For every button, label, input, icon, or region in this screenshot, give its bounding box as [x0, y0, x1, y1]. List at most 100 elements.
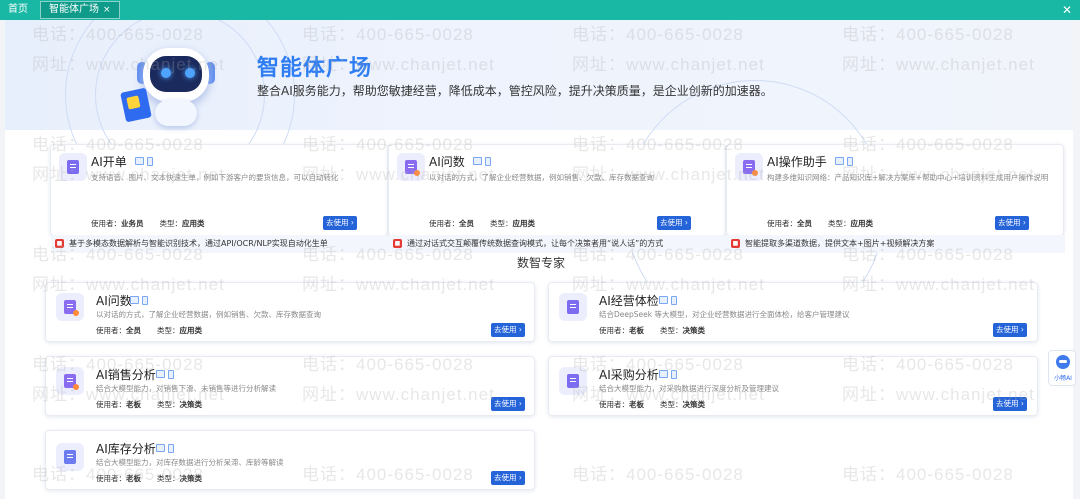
- mobile-icon: [168, 370, 174, 379]
- desktop-icon: [156, 370, 165, 378]
- user-label: 使用者：: [96, 474, 126, 483]
- feature-card-ai-query[interactable]: AI问数 以对话的方式，了解企业经营数据，例如销售、欠款、库存数据查询 使用者：…: [388, 144, 727, 253]
- card-description: 支持语音、图片、文本快速生单，例如下游客户的要货信息，可以自动转化: [91, 173, 339, 182]
- type-value: 决策类: [179, 400, 203, 409]
- use-button[interactable]: 去使用 ›: [993, 323, 1027, 337]
- expert-card-ai-health-check[interactable]: AI经营体检 结合DeepSeek 等大模型，对企业经营数据进行全面体检，给客户…: [548, 282, 1038, 342]
- use-button[interactable]: 去使用 ›: [491, 471, 525, 485]
- expert-card-ai-query[interactable]: AI问数 以对话的方式，了解企业经营数据，例如销售、欠款、库存数据查询 使用者：…: [45, 282, 535, 342]
- document-icon: [59, 153, 87, 181]
- expert-card-ai-sales-analysis[interactable]: AI销售分析 结合大模型能力，对销售下滑、未销售等进行分析解读 使用者：老板 类型…: [45, 356, 535, 416]
- card-meta: 使用者：老板 类型：决策类: [96, 399, 202, 410]
- mobile-icon: [671, 370, 677, 379]
- card-meta: 使用者：老板 类型：决策类: [599, 399, 705, 410]
- card-title: AI操作助手: [767, 155, 827, 169]
- card-meta: 使用者：全员 类型：应用类: [96, 325, 202, 336]
- platform-icons: [135, 157, 153, 166]
- type-label: 类型：: [157, 326, 180, 335]
- type-value: 决策类: [179, 474, 203, 483]
- section-title: 数智专家: [517, 256, 566, 270]
- card-meta: 使用者：业务员 类型：应用类: [91, 218, 205, 229]
- document-icon: [397, 153, 425, 181]
- type-label: 类型：: [828, 219, 851, 228]
- tab-close-icon[interactable]: ×: [103, 5, 111, 15]
- card-title: AI问数: [96, 294, 132, 308]
- desktop-icon: [835, 157, 844, 165]
- type-label: 类型：: [660, 400, 683, 409]
- expert-card-ai-inventory-analysis[interactable]: AI库存分析 结合大模型能力，对库存数据进行分析呆滞、库龄等解读 使用者：老板 类…: [45, 430, 535, 490]
- document-icon: [559, 367, 587, 395]
- banner: 智能体广场 整合AI服务能力，帮助您敏捷经营，降低成本，管控风险，提升决策质量，…: [5, 20, 1073, 340]
- use-button[interactable]: 去使用 ›: [657, 216, 691, 230]
- card-title: AI库存分析: [96, 442, 156, 456]
- use-button-label: 去使用: [998, 218, 1021, 227]
- platform-icons: [659, 370, 677, 379]
- feature-card-ai-assistant[interactable]: AI操作助手 构建多维知识网络：产品知识库+解决方案库+帮助中心+培训资料生成用…: [726, 144, 1065, 253]
- use-button[interactable]: 去使用 ›: [491, 397, 525, 411]
- mobile-icon: [847, 157, 853, 166]
- watermark: 电话：400-665-0028: [842, 465, 1014, 484]
- robot-illustration: [120, 40, 215, 130]
- use-button[interactable]: 去使用 ›: [323, 216, 357, 230]
- user-value: 老板: [126, 474, 141, 483]
- use-button-label: 去使用: [326, 218, 349, 227]
- card-title: AI采购分析: [599, 368, 659, 382]
- document-icon: [559, 293, 587, 321]
- desktop-icon: [156, 444, 165, 452]
- tab-home[interactable]: 首页: [0, 0, 36, 20]
- type-value: 应用类: [179, 326, 203, 335]
- use-button[interactable]: 去使用 ›: [995, 216, 1029, 230]
- feature-note-text: 基于多模态数据解析与智能识别技术，通过API/OCR/NLP实现自动化生单: [69, 239, 328, 248]
- assistant-label: 小畅AI: [1054, 375, 1072, 382]
- mobile-icon: [142, 296, 148, 305]
- card-description: 以对话的方式，了解企业经营数据，例如销售、欠款、库存数据查询: [429, 173, 654, 182]
- type-value: 决策类: [682, 400, 706, 409]
- use-button[interactable]: 去使用 ›: [491, 323, 525, 337]
- user-value: 全员: [126, 326, 141, 335]
- type-value: 应用类: [512, 219, 536, 228]
- user-label: 使用者：: [599, 326, 629, 335]
- document-icon: [735, 153, 763, 181]
- feature-note-text: 通过对话式交互颠覆传统数据查询模式，让每个决策者用“说人话”的方式: [407, 239, 664, 248]
- card-title: AI问数: [429, 155, 465, 169]
- user-label: 使用者：: [96, 400, 126, 409]
- tab-agent-plaza-label: 智能体广场: [49, 4, 99, 15]
- type-value: 应用类: [850, 219, 874, 228]
- use-button-label: 去使用: [996, 399, 1019, 408]
- type-label: 类型：: [490, 219, 513, 228]
- card-title: AI经营体检: [599, 294, 659, 308]
- desktop-icon: [130, 296, 139, 304]
- user-label: 使用者：: [96, 326, 126, 335]
- platform-icons: [835, 157, 853, 166]
- ai-assistant-widget[interactable]: 小畅AI: [1048, 350, 1076, 386]
- page-subtitle: 整合AI服务能力，帮助您敏捷经营，降低成本，管控风险，提升决策质量，是企业创新的…: [257, 84, 773, 98]
- card-description: 结合DeepSeek 等大模型，对企业经营数据进行全面体检，给客户管理建议: [599, 310, 850, 319]
- feature-card-ai-order[interactable]: AI开单 支持语音、图片、文本快速生单，例如下游客户的要货信息，可以自动转化 使…: [50, 144, 389, 253]
- mobile-icon: [147, 157, 153, 166]
- assistant-avatar-icon: [1056, 355, 1070, 369]
- use-button-label: 去使用: [660, 218, 683, 227]
- tab-agent-plaza[interactable]: 智能体广场 ×: [40, 1, 120, 19]
- use-button[interactable]: 去使用 ›: [993, 397, 1027, 411]
- card-title: AI开单: [91, 155, 127, 169]
- mobile-icon: [485, 157, 491, 166]
- desktop-icon: [473, 157, 482, 165]
- close-icon[interactable]: ✕: [1062, 3, 1072, 17]
- card-description: 结合大模型能力，对销售下滑、未销售等进行分析解读: [96, 384, 276, 393]
- use-button-label: 去使用: [494, 473, 517, 482]
- platform-icons: [156, 444, 174, 453]
- user-label: 使用者：: [91, 219, 121, 228]
- card-meta: 使用者：老板 类型：决策类: [96, 473, 202, 484]
- mobile-icon: [671, 296, 677, 305]
- card-description: 构建多维知识网络：产品知识库+解决方案库+帮助中心+培训资料生成用户操作说明: [767, 173, 1049, 182]
- user-value: 老板: [629, 400, 644, 409]
- pdf-icon: ■: [731, 239, 740, 248]
- use-button-label: 去使用: [494, 325, 517, 334]
- type-label: 类型：: [660, 326, 683, 335]
- user-label: 使用者：: [429, 219, 459, 228]
- watermark: 电话：400-665-0028: [572, 465, 744, 484]
- expert-card-ai-purchase-analysis[interactable]: AI采购分析 结合大模型能力，对采购数据进行深度分析及管理建议 使用者：老板 类型…: [548, 356, 1038, 416]
- platform-icons: [130, 296, 148, 305]
- desktop-icon: [135, 157, 144, 165]
- pdf-icon: ■: [55, 239, 64, 248]
